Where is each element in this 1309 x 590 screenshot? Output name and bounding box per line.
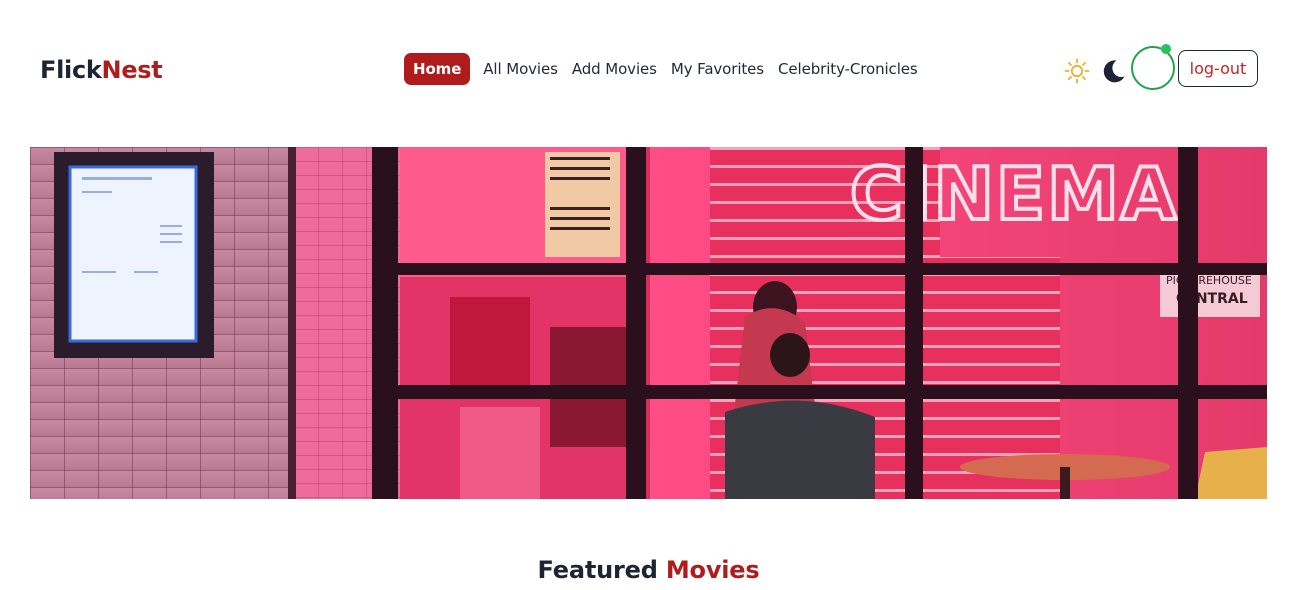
nav-link-add-movies[interactable]: Add Movies [565,53,664,85]
logout-button[interactable]: log-out [1178,50,1258,87]
nav-link-all-movies[interactable]: All Movies [476,53,565,85]
brand-logo[interactable]: FlickNest [40,53,163,87]
brand-logo-part2: Nest [101,56,163,84]
nav-links: Home All Movies Add Movies My Favorites … [404,53,925,85]
nav-link-home[interactable]: Home [404,53,471,85]
sun-icon[interactable] [1064,58,1090,84]
online-status-indicator [1161,44,1171,54]
moon-icon[interactable] [1099,57,1127,85]
featured-heading-word2: Movies [665,556,760,584]
nav-link-celebrity-cronicles[interactable]: Celebrity-Cronicles [771,53,925,85]
featured-movies-heading: Featured Movies [0,553,1297,587]
hero-sign-text: CINEMA [850,152,1178,236]
featured-heading-word1: Featured [537,556,658,584]
nav-link-my-favorites[interactable]: My Favorites [664,53,771,85]
hero-banner: CINEMA PICTUREHOUSE CENTRAL [30,147,1267,499]
hero-image: CINEMA PICTUREHOUSE CENTRAL [30,147,1267,499]
brand-logo-part1: Flick [40,56,102,84]
navbar: FlickNest Home All Movies Add Movies My … [0,0,1309,140]
